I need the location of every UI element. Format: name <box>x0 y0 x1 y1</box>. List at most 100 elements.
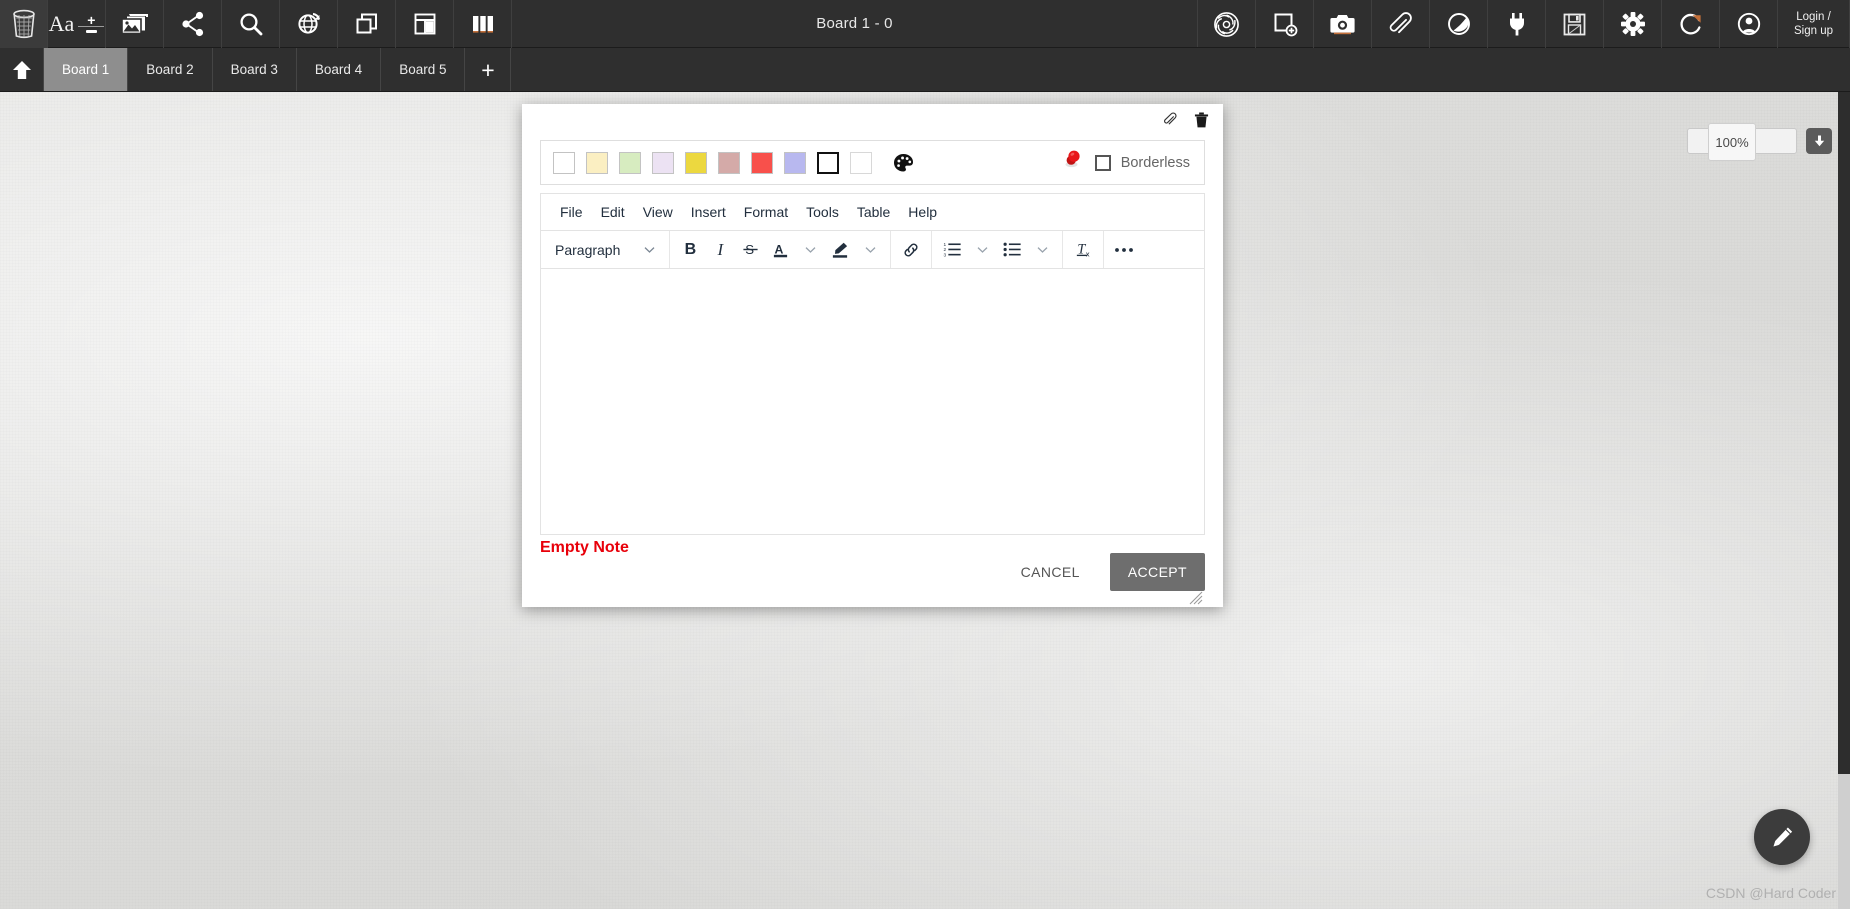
color-palette-icon[interactable] <box>893 153 914 173</box>
sidebar-item-board-5[interactable]: Board 5 <box>381 48 466 91</box>
share-icon[interactable] <box>164 0 222 48</box>
zoom-slider-track[interactable]: 100% <box>1687 123 1797 161</box>
columns-icon[interactable] <box>454 0 512 48</box>
add-board-button[interactable]: + <box>465 48 512 91</box>
trash-icon[interactable] <box>0 0 48 48</box>
link-group <box>891 231 933 268</box>
copy-icon[interactable] <box>338 0 396 48</box>
accept-button[interactable]: ACCEPT <box>1109 553 1205 591</box>
swatch-outline-light[interactable] <box>850 151 872 174</box>
copy-icon-svg <box>356 13 377 34</box>
menu-item-format[interactable]: Format <box>735 200 797 224</box>
share-icon-svg <box>181 11 203 37</box>
menu-item-table[interactable]: Table <box>848 200 899 224</box>
font-decrease-icon[interactable] <box>85 29 97 33</box>
menu-item-file[interactable]: File <box>551 200 592 224</box>
zoom-control[interactable]: 100% <box>1687 123 1832 161</box>
clear-formatting-button[interactable]: T x <box>1069 236 1097 264</box>
vertical-scrollbar-thumb[interactable] <box>1838 92 1850 774</box>
link-button[interactable] <box>897 236 925 264</box>
save-icon[interactable] <box>1546 0 1604 48</box>
draw-fab-button[interactable] <box>1754 809 1810 865</box>
block-format-select[interactable]: Paragraph <box>547 236 663 264</box>
swatch-light-green[interactable] <box>619 151 641 174</box>
clear-formatting-icon: T x <box>1076 241 1090 259</box>
swatch-light-purple[interactable] <box>652 151 674 174</box>
vertical-scrollbar[interactable] <box>1838 92 1850 909</box>
chevron-down-icon <box>865 246 876 253</box>
layout-icon[interactable] <box>396 0 454 48</box>
swatch-dusty-rose[interactable] <box>718 151 740 174</box>
font-size-tool[interactable]: Aa + <box>48 0 106 48</box>
strikethrough-button[interactable]: S <box>736 236 764 264</box>
menu-item-edit[interactable]: Edit <box>592 200 634 224</box>
text-color-button[interactable]: A <box>766 236 794 264</box>
swatch-periwinkle[interactable] <box>784 151 806 174</box>
attachment-icon[interactable] <box>1163 112 1178 132</box>
plug-icon[interactable] <box>1488 0 1546 48</box>
borderless-label[interactable]: Borderless <box>1121 155 1190 171</box>
menu-item-help[interactable]: Help <box>899 200 946 224</box>
italic-button[interactable]: I <box>706 236 734 264</box>
sidebar-item-board-1[interactable]: Board 1 <box>44 48 129 91</box>
tab-label: Board 2 <box>146 62 194 77</box>
swatch-outline-black[interactable] <box>817 151 839 174</box>
swatch-red[interactable] <box>751 151 773 174</box>
search-icon[interactable] <box>222 0 280 48</box>
toolbar-title-area: Board 1 - 0 <box>512 0 1198 47</box>
image-icon[interactable] <box>106 0 164 48</box>
openai-icon[interactable] <box>1198 0 1256 48</box>
highlight-color-button[interactable] <box>826 236 854 264</box>
swatch-light-yellow[interactable] <box>586 151 608 174</box>
red-pushpin-icon-svg <box>1065 150 1080 168</box>
swatch-yellow[interactable] <box>685 151 707 174</box>
bulleted-list-icon <box>1003 242 1021 257</box>
color-palette-icon-svg <box>893 153 914 171</box>
more-options-button[interactable] <box>1110 236 1138 264</box>
tab-label: Board 1 <box>62 62 110 77</box>
globe-refresh-icon[interactable] <box>280 0 338 48</box>
drawing-icon[interactable] <box>1430 0 1488 48</box>
sidebar-item-board-3[interactable]: Board 3 <box>213 48 297 91</box>
refresh-icon[interactable] <box>1662 0 1720 48</box>
camera-icon-svg <box>1330 15 1355 35</box>
menu-item-insert[interactable]: Insert <box>682 200 735 224</box>
highlight-color-dropdown[interactable] <box>856 236 884 264</box>
zoom-slider-thumb[interactable]: 100% <box>1708 123 1756 161</box>
bulleted-list-dropdown[interactable] <box>1028 236 1056 264</box>
zoom-level-label: 100% <box>1715 134 1749 150</box>
menu-item-view[interactable]: View <box>634 200 682 224</box>
new-note-icon[interactable] <box>1256 0 1314 48</box>
delete-icon[interactable] <box>1194 112 1209 133</box>
download-icon-svg <box>1814 135 1824 146</box>
login-signup-button[interactable]: Login / Sign up <box>1778 0 1850 48</box>
dialog-action-buttons: CANCEL ACCEPT <box>1005 553 1205 591</box>
sidebar-item-board-4[interactable]: Board 4 <box>297 48 382 91</box>
text-color-dropdown[interactable] <box>796 236 824 264</box>
numbered-list-dropdown[interactable] <box>968 236 996 264</box>
note-editor-content[interactable] <box>540 269 1205 535</box>
home-up-arrow-icon[interactable] <box>0 48 44 91</box>
dialog-resize-grip[interactable] <box>1189 591 1203 605</box>
sidebar-item-board-2[interactable]: Board 2 <box>128 48 213 91</box>
font-stepper[interactable]: + <box>78 13 105 33</box>
download-icon[interactable] <box>1806 128 1832 154</box>
font-increase-icon[interactable]: + <box>87 13 95 27</box>
text-style-group: B I S A <box>670 231 892 268</box>
top-toolbar: Aa + Board 1 - 0 Login / Sign up <box>0 0 1850 48</box>
bulleted-list-button[interactable] <box>998 236 1026 264</box>
bold-button[interactable]: B <box>676 236 704 264</box>
editor-menu-bar: File Edit View Insert Format Tools Table… <box>540 193 1205 230</box>
watermark: CSDN @Hard Coder <box>1705 885 1836 901</box>
account-icon[interactable] <box>1720 0 1778 48</box>
svg-text:A: A <box>774 242 783 256</box>
menu-item-tools[interactable]: Tools <box>797 200 848 224</box>
camera-icon[interactable] <box>1314 0 1372 48</box>
attachment-icon[interactable] <box>1372 0 1430 48</box>
numbered-list-button[interactable]: 123 <box>938 236 966 264</box>
borderless-checkbox[interactable] <box>1094 154 1111 171</box>
gear-icon[interactable] <box>1604 0 1662 48</box>
swatch-white[interactable] <box>553 151 575 174</box>
red-pushpin-icon[interactable] <box>1062 148 1085 177</box>
cancel-button[interactable]: CANCEL <box>1005 554 1096 590</box>
